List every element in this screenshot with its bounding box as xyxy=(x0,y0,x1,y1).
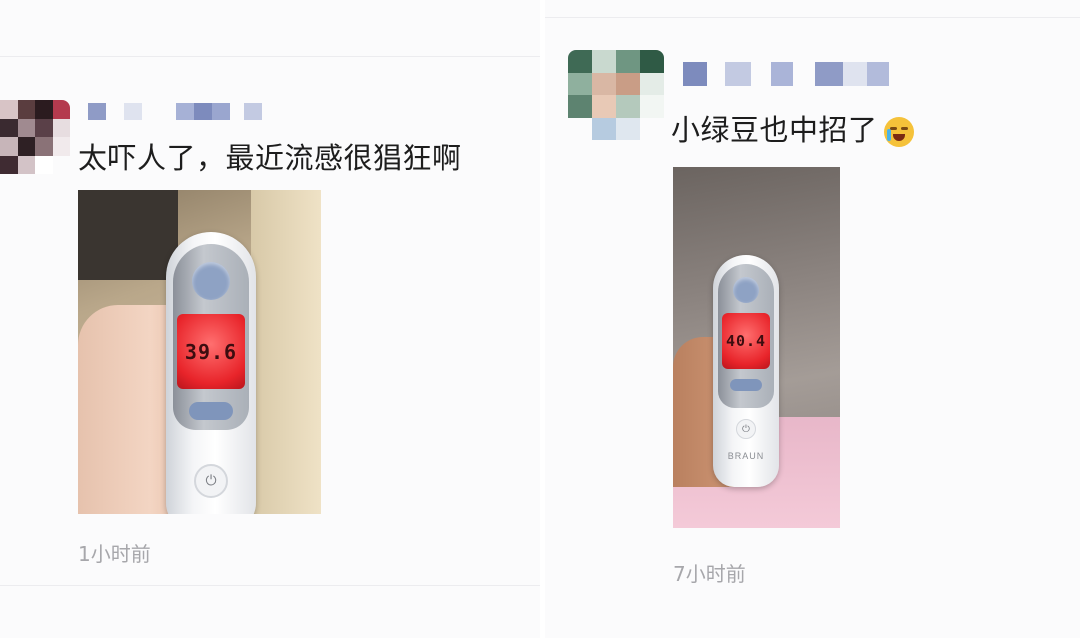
thermometer-display: 40.4 xyxy=(722,313,770,369)
photo-background-shadow xyxy=(78,190,178,280)
power-button-icon: ⏻ xyxy=(194,464,228,498)
crying-face-emoji-icon xyxy=(883,117,914,147)
username-redacted[interactable] xyxy=(88,103,262,120)
post-divider-bottom xyxy=(0,585,540,586)
post-divider-top xyxy=(0,56,540,57)
post-text: 小绿豆也中招了 xyxy=(671,107,914,149)
mode-button-icon xyxy=(189,402,233,420)
mode-button-icon xyxy=(730,379,762,391)
thermometer: 39.6 ⏻ xyxy=(166,232,256,514)
username-redacted[interactable] xyxy=(683,62,889,86)
avatar[interactable] xyxy=(0,100,70,174)
power-button-icon: ⏻ xyxy=(736,419,756,439)
brand-logo: BRAUN xyxy=(727,451,765,461)
thermometer: 40.4 ⏻ BRAUN xyxy=(713,255,779,487)
thermometer-display: 39.6 xyxy=(177,314,245,389)
post-timestamp: 1小时前 xyxy=(78,542,151,566)
measure-button-icon xyxy=(733,277,759,303)
post-divider-top xyxy=(545,17,1080,18)
photo-background-wall xyxy=(251,190,321,514)
feed-post-1: 太吓人了，最近流感很猖狂啊 39.6 ⏻ 1小时前 xyxy=(0,0,540,638)
temperature-reading: 39.6 xyxy=(184,339,238,364)
post-photo[interactable]: 40.4 ⏻ BRAUN xyxy=(673,167,840,528)
post-text-content: 小绿豆也中招了 xyxy=(671,113,878,147)
avatar[interactable] xyxy=(568,50,664,140)
post-timestamp: 7小时前 xyxy=(673,562,746,586)
post-text: 太吓人了，最近流感很猖狂啊 xyxy=(78,141,462,175)
measure-button-icon xyxy=(192,262,230,300)
temperature-reading: 40.4 xyxy=(725,332,767,350)
post-photo[interactable]: 39.6 ⏻ xyxy=(78,190,321,514)
feed-post-2: 小绿豆也中招了 40.4 ⏻ BRAUN 7小时前 xyxy=(545,0,1080,638)
